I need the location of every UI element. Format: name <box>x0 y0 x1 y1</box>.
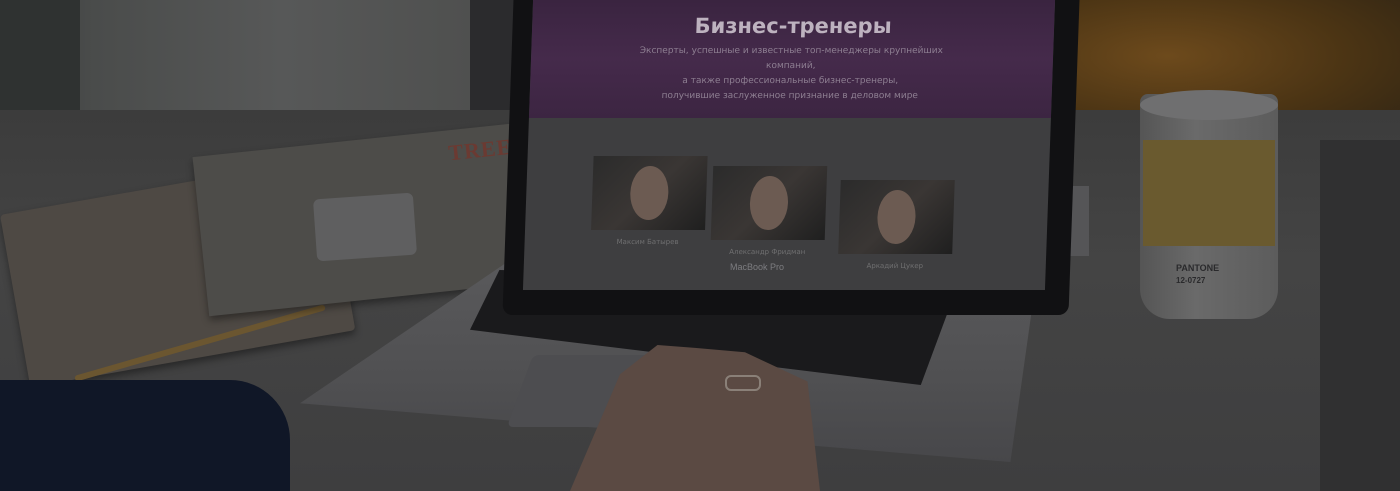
trainer-photo <box>591 156 708 230</box>
trainer-name: Александр Фридман <box>729 248 806 256</box>
hero-title: Бизнес-тренеры <box>694 14 893 38</box>
trainer-card[interactable]: Максим Батырев <box>590 156 708 246</box>
hero-subtitle-line: получившие заслуженное признание в делов… <box>661 91 919 101</box>
cup-code: 12-0727 <box>1176 276 1206 285</box>
ring <box>725 375 761 391</box>
person-sleeve <box>0 380 290 491</box>
cup-sleeve <box>1143 140 1275 246</box>
trainer-name: Максим Батырев <box>616 238 679 246</box>
trainer-face <box>749 176 789 230</box>
hero-subtitle-line: а также профессиональные бизнес-тренеры, <box>682 76 899 86</box>
trainer-name: Аркадий Цукер <box>866 262 924 270</box>
phone <box>312 192 418 262</box>
cup-brand: PANTONE <box>1176 263 1220 273</box>
hero-banner: Бизнес-тренеры Эксперты, успешные и изве… <box>528 0 1056 118</box>
desk-edge <box>1320 140 1400 491</box>
photo-scene: TREE Бизнес-тренеры Эксперты, успешные и… <box>0 0 1400 491</box>
hero-subtitle-line: Эксперты, успешные и известные топ-менед… <box>639 46 944 71</box>
trainer-photo <box>710 166 828 240</box>
hero-subtitle: Эксперты, успешные и известные топ-менед… <box>619 44 961 104</box>
trainer-face <box>876 190 917 244</box>
cup-lid <box>1140 90 1278 120</box>
trainer-photo <box>838 180 955 254</box>
laptop-screen: Бизнес-тренеры Эксперты, успешные и изве… <box>522 0 1056 290</box>
trainer-face <box>629 166 670 220</box>
book-title: TREE <box>447 133 514 166</box>
laptop-brand-label: MacBook Pro <box>730 262 785 272</box>
trainer-card[interactable]: Аркадий Цукер <box>838 180 955 270</box>
trainer-card[interactable]: Александр Фридман <box>710 166 828 256</box>
